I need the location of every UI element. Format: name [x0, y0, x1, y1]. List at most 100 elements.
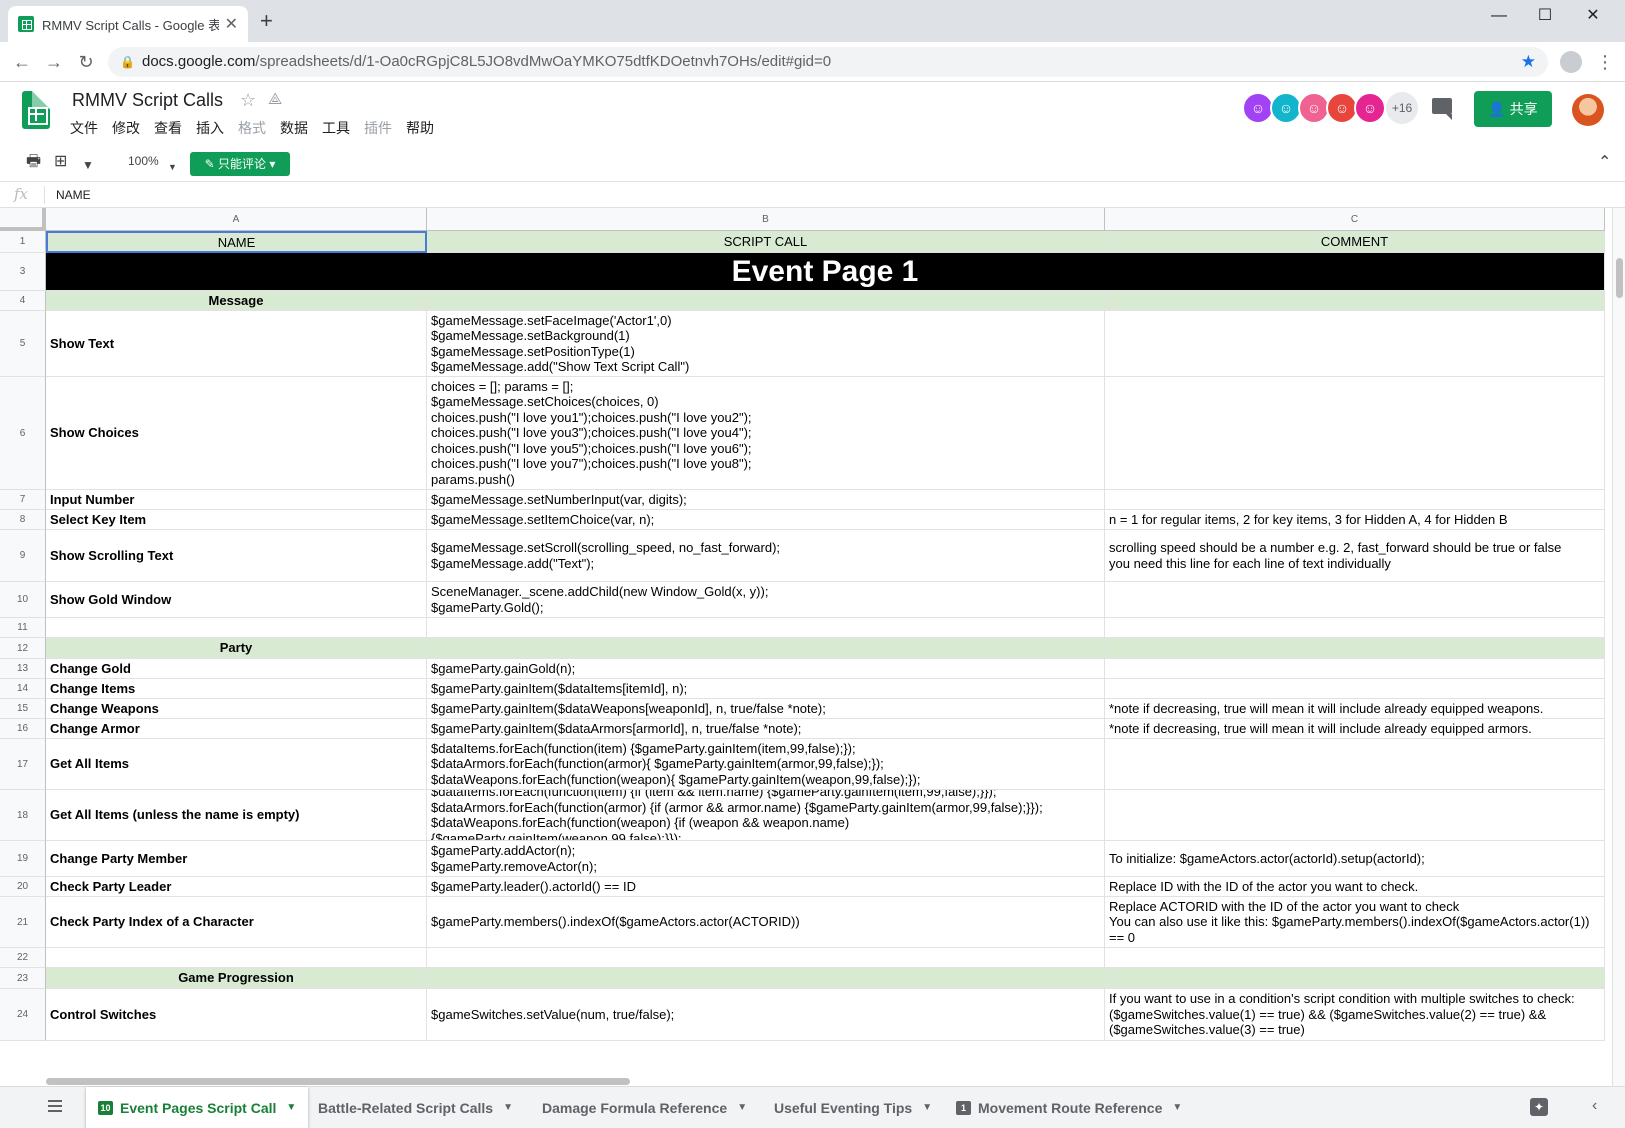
cell-b[interactable]: $gameParty.members().indexOf($gameActors… — [427, 897, 1105, 948]
forward-button[interactable]: → — [42, 50, 66, 74]
cell-a[interactable]: Change Items — [46, 679, 427, 699]
row-header[interactable]: 14 — [0, 679, 46, 699]
menu-item-8[interactable]: 帮助 — [406, 118, 434, 138]
cell-c[interactable] — [1105, 948, 1605, 968]
cell-c[interactable]: Replace ID with the ID of the actor you … — [1105, 877, 1605, 897]
row-header[interactable]: 19 — [0, 841, 46, 877]
add-comment-icon[interactable]: ⊞ — [54, 152, 67, 172]
cell-a[interactable]: Change Gold — [46, 659, 427, 679]
cell-a[interactable]: Show Gold Window — [46, 582, 427, 618]
cell-a[interactable]: Control Switches — [46, 989, 427, 1041]
row-header[interactable]: 11 — [0, 618, 46, 638]
cell-c[interactable] — [1105, 790, 1605, 841]
cell-b[interactable] — [427, 291, 1105, 311]
menu-item-3[interactable]: 插入 — [196, 118, 224, 138]
row-header[interactable]: 15 — [0, 699, 46, 719]
cell-c[interactable]: Replace ACTORID with the ID of the actor… — [1105, 897, 1605, 948]
comment-only-button[interactable]: ✎ 只能评论 ▾ — [190, 152, 290, 176]
cell-a[interactable]: Select Key Item — [46, 510, 427, 530]
row-header[interactable]: 16 — [0, 719, 46, 739]
filter-icon[interactable]: ▼ — [82, 155, 94, 175]
horizontal-scrollbar[interactable] — [46, 1076, 1612, 1086]
all-sheets-icon[interactable] — [48, 1099, 62, 1113]
column-header-a[interactable]: A — [46, 208, 427, 231]
cell-c[interactable] — [1105, 638, 1605, 659]
collaborator-avatar[interactable]: ☺ — [1354, 92, 1386, 124]
minimize-button[interactable]: — — [1476, 4, 1522, 28]
cell-a[interactable]: Message — [46, 291, 427, 311]
chevron-down-icon[interactable]: ▼ — [1172, 1102, 1182, 1113]
cell-a[interactable]: Show Scrolling Text — [46, 530, 427, 582]
cell-a[interactable] — [46, 618, 427, 638]
row-header[interactable]: 17 — [0, 739, 46, 790]
cell-b[interactable]: $gameMessage.setNumberInput(var, digits)… — [427, 490, 1105, 510]
vertical-scrollbar[interactable] — [1612, 208, 1625, 1086]
cell-c[interactable] — [1105, 968, 1605, 989]
cell-b[interactable]: $gameParty.gainItem($dataWeapons[weaponI… — [427, 699, 1105, 719]
drive-move-icon[interactable]: ⟁ — [268, 91, 282, 109]
account-avatar[interactable] — [1572, 94, 1604, 126]
star-icon[interactable]: ☆ — [240, 90, 256, 111]
cell-c[interactable] — [1105, 377, 1605, 490]
sheet-tab-3[interactable]: Useful Eventing Tips ▼ — [762, 1087, 944, 1128]
scroll-thumb[interactable] — [1616, 258, 1623, 298]
browser-profile-icon[interactable] — [1560, 51, 1582, 73]
chevron-down-icon[interactable]: ▼ — [737, 1102, 747, 1113]
reload-button[interactable]: ↻ — [74, 50, 98, 74]
explore-icon[interactable]: ✦ — [1530, 1098, 1548, 1116]
cell-b[interactable] — [427, 948, 1105, 968]
cell-a[interactable]: Input Number — [46, 490, 427, 510]
close-icon[interactable]: ✕ — [225, 14, 238, 34]
collapse-sidebar-icon[interactable]: ‹ — [1592, 1097, 1597, 1115]
new-tab-button[interactable]: + — [260, 10, 273, 32]
cell-c[interactable]: *note if decreasing, true will mean it w… — [1105, 719, 1605, 739]
back-button[interactable]: ← — [10, 50, 34, 74]
cell-a[interactable] — [46, 948, 427, 968]
scroll-thumb[interactable] — [46, 1078, 630, 1085]
sheets-logo-icon[interactable] — [22, 91, 50, 129]
sheet-tab-1[interactable]: Battle-Related Script Calls ▼ — [306, 1087, 525, 1128]
cell-c[interactable] — [1105, 679, 1605, 699]
menu-item-1[interactable]: 修改 — [112, 118, 140, 138]
row-header[interactable]: 5 — [0, 311, 46, 377]
formula-input[interactable]: NAME — [56, 188, 91, 202]
column-header-c[interactable]: C — [1105, 208, 1605, 231]
cell-b[interactable]: $gameMessage.setFaceImage('Actor1',0) $g… — [427, 311, 1105, 377]
cell-a[interactable]: Show Choices — [46, 377, 427, 490]
cell-a[interactable]: Check Party Index of a Character — [46, 897, 427, 948]
cell-b[interactable]: $gameParty.gainGold(n); — [427, 659, 1105, 679]
cell-b[interactable] — [427, 968, 1105, 989]
row-header[interactable]: 10 — [0, 582, 46, 618]
cell-a[interactable]: Change Weapons — [46, 699, 427, 719]
cell-b[interactable]: choices = []; params = []; $gameMessage.… — [427, 377, 1105, 490]
row-header[interactable]: 22 — [0, 948, 46, 968]
cell-b[interactable]: $dataItems.forEach(function(item) {if (i… — [427, 790, 1105, 841]
row-header[interactable]: 8 — [0, 510, 46, 530]
cell-b1[interactable]: SCRIPT CALL — [427, 231, 1105, 253]
cell-c[interactable] — [1105, 659, 1605, 679]
row-header[interactable]: 7 — [0, 490, 46, 510]
cell-a[interactable]: Get All Items (unless the name is empty) — [46, 790, 427, 841]
cell-c[interactable]: *note if decreasing, true will mean it w… — [1105, 699, 1605, 719]
select-all-corner[interactable] — [0, 208, 46, 231]
sheet-tab-4[interactable]: 1 Movement Route Reference ▼ — [944, 1087, 1194, 1128]
zoom-select[interactable]: 100% — [128, 154, 159, 168]
menu-item-0[interactable]: 文件 — [70, 118, 98, 138]
row-header[interactable]: 18 — [0, 790, 46, 841]
cell-b[interactable]: $gameParty.gainItem($dataArmors[armorId]… — [427, 719, 1105, 739]
sheet-tab-2[interactable]: Damage Formula Reference ▼ — [530, 1087, 759, 1128]
print-icon[interactable]: 🖶 — [26, 152, 41, 172]
row-header[interactable]: 9 — [0, 530, 46, 582]
cell-b[interactable]: $gameMessage.setScroll(scrolling_speed, … — [427, 530, 1105, 582]
cell-a[interactable]: Party — [46, 638, 427, 659]
cell-c[interactable] — [1105, 311, 1605, 377]
cell-c[interactable] — [1105, 582, 1605, 618]
browser-tab[interactable]: RMMV Script Calls - Google 表 ✕ — [8, 6, 248, 42]
cell-b[interactable]: $gameMessage.setItemChoice(var, n); — [427, 510, 1105, 530]
cell-a[interactable]: Get All Items — [46, 739, 427, 790]
cell-c[interactable]: To initialize: $gameActors.actor(actorId… — [1105, 841, 1605, 877]
column-header-b[interactable]: B — [427, 208, 1105, 231]
maximize-button[interactable]: ☐ — [1522, 4, 1568, 28]
cell-a[interactable]: Change Armor — [46, 719, 427, 739]
cell-b[interactable]: $gameSwitches.setValue(num, true/false); — [427, 989, 1105, 1041]
